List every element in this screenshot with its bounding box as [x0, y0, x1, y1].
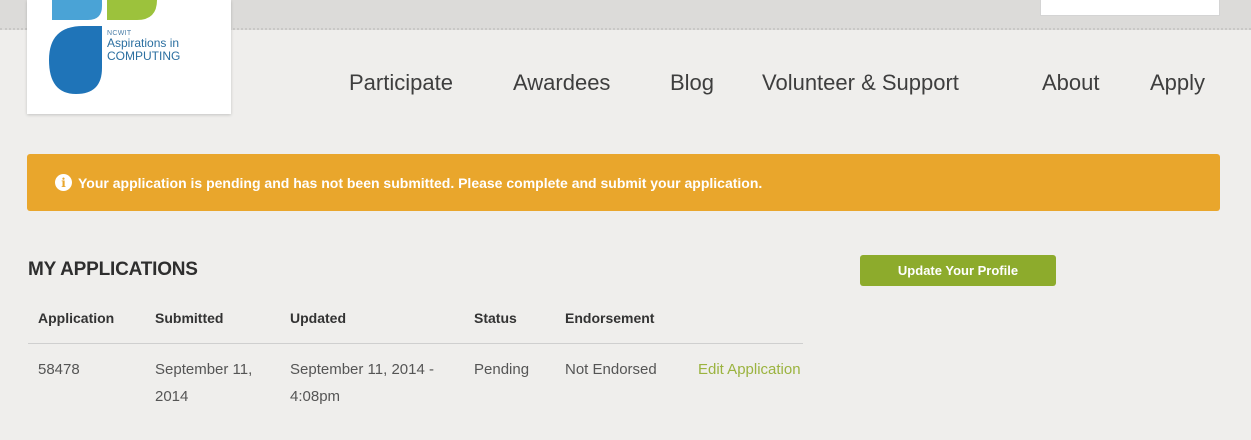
alert-message: Your application is pending and has not …: [78, 174, 763, 191]
site-logo[interactable]: NCWIT Aspirations in COMPUTING: [27, 0, 231, 114]
col-submitted: Submitted: [155, 310, 224, 326]
col-application: Application: [38, 310, 115, 326]
nav-about[interactable]: About: [1042, 70, 1100, 96]
info-icon: i: [55, 174, 72, 191]
col-status: Status: [474, 310, 517, 326]
cell-submitted: September 11, 2014: [155, 361, 253, 405]
nav-awardees[interactable]: Awardees: [513, 70, 610, 96]
nav-volunteer-support[interactable]: Volunteer & Support: [762, 70, 959, 96]
cell-endorsement: Not Endorsed: [565, 361, 657, 378]
cell-application: 58478: [38, 361, 80, 378]
edit-application-link[interactable]: Edit Application: [698, 356, 808, 383]
update-profile-button[interactable]: Update Your Profile: [860, 255, 1056, 286]
col-endorsement: Endorsement: [565, 310, 655, 326]
nav-blog[interactable]: Blog: [670, 70, 714, 96]
nav-participate[interactable]: Participate: [349, 70, 453, 96]
table-header-divider: [28, 343, 803, 344]
logo-line2: COMPUTING: [107, 48, 181, 63]
pending-alert: i Your application is pending and has no…: [27, 154, 1220, 211]
cell-updated: September 11, 2014 - 4:08pm: [290, 361, 434, 405]
cell-status: Pending: [474, 361, 530, 378]
col-updated: Updated: [290, 310, 346, 326]
nav-apply[interactable]: Apply: [1150, 70, 1205, 96]
page-title: MY APPLICATIONS: [28, 259, 198, 280]
top-search-box[interactable]: [1040, 0, 1220, 16]
